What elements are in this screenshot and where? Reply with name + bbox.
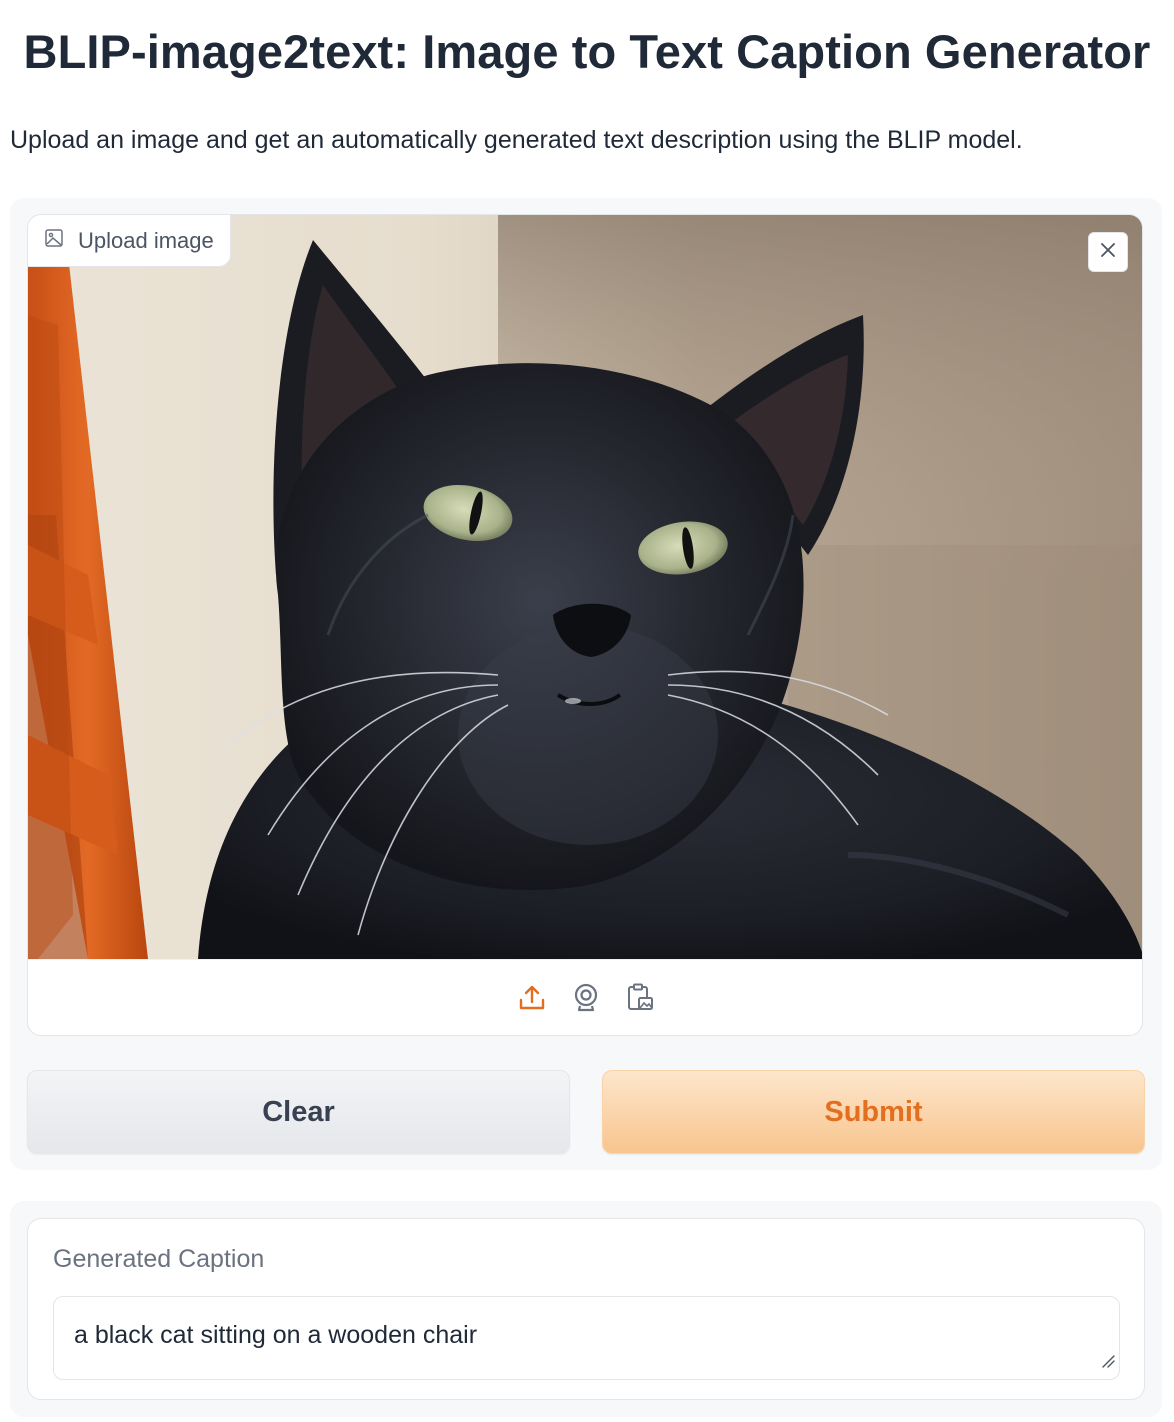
clear-button[interactable]: Clear — [27, 1070, 570, 1154]
submit-button[interactable]: Submit — [602, 1070, 1145, 1154]
clipboard-icon — [625, 982, 655, 1017]
remove-image-button[interactable] — [1088, 232, 1128, 272]
close-icon — [1099, 241, 1117, 264]
clipboard-source-button[interactable] — [624, 983, 656, 1015]
uploaded-image-preview — [28, 215, 1142, 959]
generated-caption-textbox[interactable]: a black cat sitting on a wooden chair — [53, 1296, 1120, 1380]
upload-source-button[interactable] — [516, 983, 548, 1015]
resize-handle-icon[interactable] — [1101, 1346, 1115, 1375]
image-icon — [44, 228, 64, 254]
image-upload-component[interactable]: Upload image — [27, 214, 1143, 1036]
image-input-label-text: Upload image — [78, 227, 214, 253]
generated-caption-text: a black cat sitting on a wooden chair — [74, 1321, 478, 1349]
generated-caption-component: Generated Caption a black cat sitting on… — [27, 1218, 1145, 1400]
image-source-selector — [28, 959, 1142, 1035]
page-description: Upload an image and get an automatically… — [10, 126, 1023, 154]
upload-icon — [517, 982, 547, 1017]
webcam-source-button[interactable] — [570, 983, 602, 1015]
generated-caption-label: Generated Caption — [53, 1245, 265, 1273]
image-input-label: Upload image — [28, 215, 231, 267]
webcam-icon — [571, 982, 601, 1017]
page-title: BLIP-image2text: Image to Text Caption G… — [23, 25, 1151, 78]
